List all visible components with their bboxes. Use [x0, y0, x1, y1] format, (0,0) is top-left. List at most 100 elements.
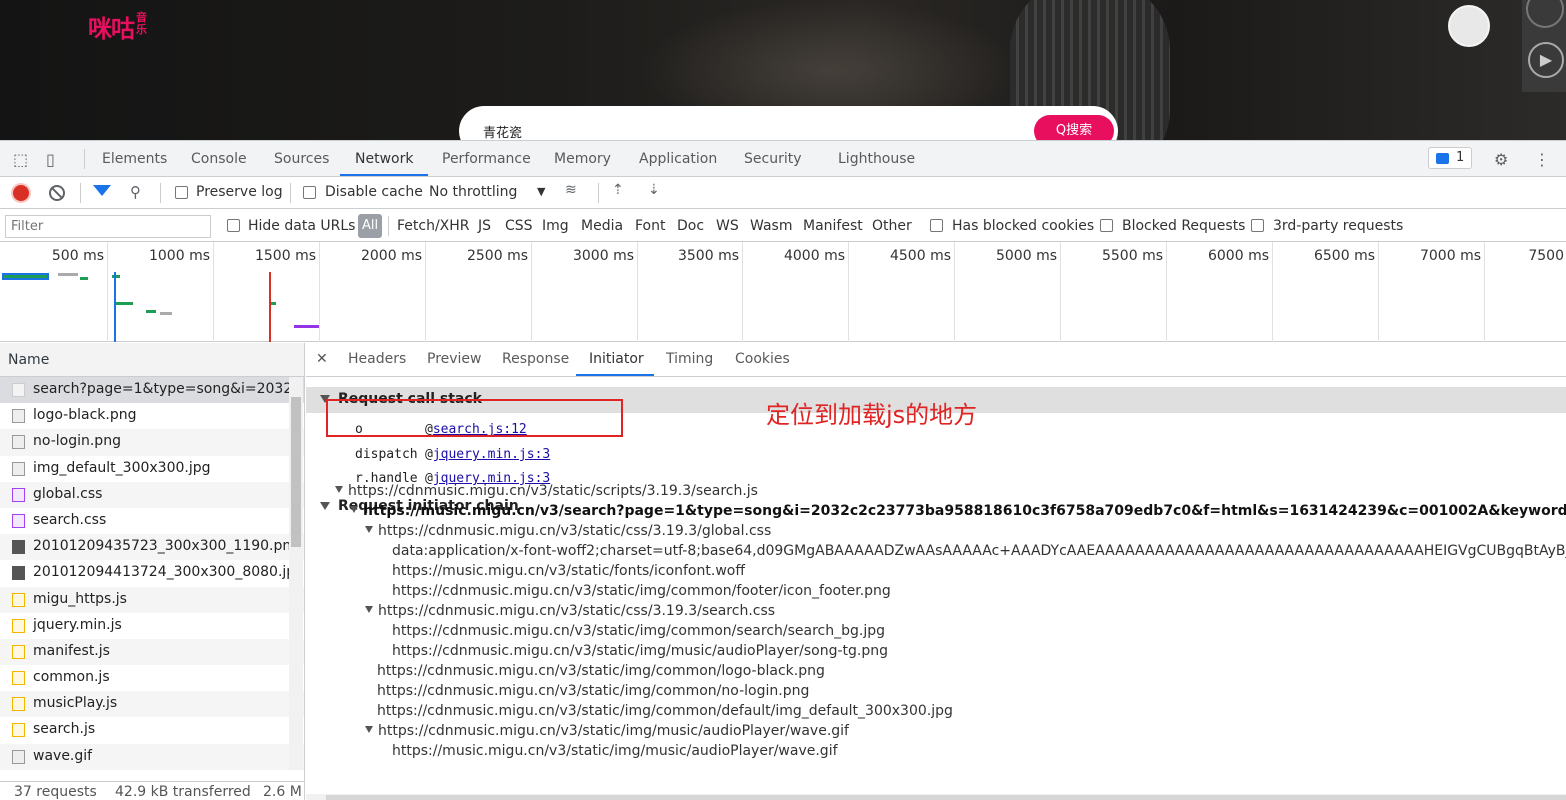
tab-cookies[interactable]: Cookies	[735, 351, 790, 367]
side-circle-button[interactable]	[1526, 0, 1564, 28]
third-party-checkbox[interactable]	[1251, 219, 1264, 232]
play-circle-icon[interactable]: ▶	[1528, 42, 1564, 78]
request-row[interactable]: no-login.png	[0, 429, 304, 456]
expand-triangle-icon[interactable]	[365, 606, 373, 613]
request-list-scrollbar[interactable]	[289, 377, 303, 770]
tab-console[interactable]: Console	[191, 151, 247, 167]
initiator-chain-entry[interactable]: https://cdnmusic.migu.cn/v3/static/img/m…	[392, 643, 888, 659]
tab-memory[interactable]: Memory	[554, 151, 611, 167]
initiator-chain-entry[interactable]: https://cdnmusic.migu.cn/v3/static/img/c…	[392, 583, 891, 599]
more-options-icon[interactable]: ⋮	[1534, 150, 1550, 169]
initiator-chain-entry[interactable]: https://cdnmusic.migu.cn/v3/static/scrip…	[335, 483, 758, 499]
device-toolbar-icon[interactable]: ▯	[46, 150, 55, 169]
tab-security[interactable]: Security	[744, 151, 802, 167]
initiator-chain-entry[interactable]: data:application/x-font-woff2;charset=ut…	[392, 543, 1566, 559]
filter-funnel-icon[interactable]	[93, 185, 111, 196]
tab-headers[interactable]: Headers	[348, 351, 406, 367]
filter-manifest[interactable]: Manifest	[803, 218, 863, 234]
request-row[interactable]: 201012094413724_300x300_8080.jpg	[0, 560, 304, 586]
expand-triangle-icon[interactable]	[365, 726, 373, 733]
request-row[interactable]: migu_https.js	[0, 586, 304, 613]
tab-performance[interactable]: Performance	[442, 151, 531, 167]
tab-sources[interactable]: Sources	[274, 151, 329, 167]
stack-frame-link[interactable]: jquery.min.js:3	[433, 447, 550, 462]
import-har-icon[interactable]: ⇡	[612, 182, 624, 198]
filter-fetch-xhr[interactable]: Fetch/XHR	[397, 218, 470, 234]
request-list-header[interactable]: Name	[0, 343, 304, 377]
tab-preview[interactable]: Preview	[427, 351, 482, 367]
initiator-chain-entry[interactable]: https://cdnmusic.migu.cn/v3/static/img/m…	[365, 723, 849, 739]
filter-img[interactable]: Img	[542, 218, 569, 234]
request-row[interactable]: search?page=1&type=song&i=2032c...	[0, 377, 304, 404]
export-har-icon[interactable]: ⇣	[648, 182, 660, 198]
initiator-chain-entry[interactable]: https://cdnmusic.migu.cn/v3/static/css/3…	[365, 523, 771, 539]
initiator-chain-entry[interactable]: https://music.migu.cn/v3/search?page=1&t…	[350, 503, 1566, 519]
initiator-chain-entry[interactable]: https://cdnmusic.migu.cn/v3/static/img/c…	[377, 663, 825, 679]
dom-content-loaded-line	[114, 272, 116, 342]
clear-icon[interactable]	[49, 185, 65, 201]
hide-data-urls-checkbox[interactable]	[227, 219, 240, 232]
details-horizontal-scrollbar[interactable]	[306, 794, 1566, 800]
throttling-select[interactable]: No throttling	[429, 184, 517, 200]
close-details-icon[interactable]: ✕	[316, 351, 328, 367]
expand-triangle-icon[interactable]	[350, 506, 358, 513]
site-search-input[interactable]: 青花瓷	[483, 122, 522, 140]
expand-triangle-icon[interactable]	[365, 526, 373, 533]
request-row[interactable]: wave.gif	[0, 743, 304, 770]
settings-gear-icon[interactable]: ⚙	[1494, 150, 1508, 169]
tab-response[interactable]: Response	[502, 351, 569, 367]
filter-media[interactable]: Media	[581, 218, 623, 234]
filter-doc[interactable]: Doc	[677, 218, 704, 234]
network-conditions-icon[interactable]: ≋	[565, 182, 577, 198]
tab-application[interactable]: Application	[639, 151, 717, 167]
inspect-element-icon[interactable]: ⬚	[13, 150, 28, 169]
site-search-button[interactable]: Q搜索	[1034, 115, 1114, 140]
filter-font[interactable]: Font	[635, 218, 665, 234]
tab-network[interactable]: Network	[355, 151, 413, 167]
expand-triangle-icon[interactable]	[335, 486, 343, 493]
filter-wasm[interactable]: Wasm	[750, 218, 792, 234]
record-button[interactable]	[13, 185, 29, 201]
preserve-log-checkbox[interactable]	[175, 186, 188, 199]
throttling-dropdown-icon[interactable]: ▼	[537, 185, 545, 198]
network-overview-timeline[interactable]: 500 ms 1000 ms 1500 ms 2000 ms 2500 ms 3000 m…	[0, 242, 1566, 342]
request-row[interactable]: musicPlay.js	[0, 691, 304, 718]
tab-elements[interactable]: Elements	[102, 151, 167, 167]
initiator-chain-entry[interactable]: https://cdnmusic.migu.cn/v3/static/img/c…	[377, 703, 953, 719]
filter-all-button[interactable]: All	[358, 214, 382, 238]
request-row[interactable]: 20101209435723_300x300_1190.png	[0, 534, 304, 561]
initiator-chain-entry[interactable]: https://cdnmusic.migu.cn/v3/static/css/3…	[365, 603, 775, 619]
migu-logo[interactable]: 咪咕 音乐	[88, 9, 150, 44]
initiator-chain-entry[interactable]: https://cdnmusic.migu.cn/v3/static/img/c…	[377, 683, 809, 699]
user-avatar[interactable]	[1448, 5, 1490, 47]
request-row[interactable]: img_default_300x300.jpg	[0, 456, 304, 482]
tab-timing[interactable]: Timing	[666, 351, 713, 367]
request-row[interactable]: common.js	[0, 665, 304, 691]
request-row[interactable]: global.css	[0, 481, 304, 508]
tab-initiator[interactable]: Initiator	[589, 351, 644, 367]
search-icon[interactable]: ⚲	[130, 183, 141, 201]
request-row[interactable]: jquery.min.js	[0, 613, 304, 639]
initiator-chain-entry[interactable]: https://music.migu.cn/v3/static/fonts/ic…	[392, 563, 745, 579]
request-row[interactable]: search.js	[0, 717, 304, 743]
issues-badge[interactable]: 1	[1428, 147, 1472, 169]
has-blocked-cookies-checkbox[interactable]	[930, 219, 943, 232]
filter-other[interactable]: Other	[872, 218, 912, 234]
initiator-chain-entry[interactable]: https://music.migu.cn/v3/static/img/musi…	[392, 743, 838, 759]
js-file-icon	[12, 592, 25, 607]
request-row[interactable]: logo-black.png	[0, 403, 304, 429]
tab-lighthouse[interactable]: Lighthouse	[838, 151, 915, 167]
blocked-requests-checkbox[interactable]	[1100, 219, 1113, 232]
initiator-chain-entry[interactable]: https://cdnmusic.migu.cn/v3/static/img/c…	[392, 623, 885, 639]
filter-js[interactable]: JS	[478, 218, 491, 234]
filter-css[interactable]: CSS	[505, 218, 533, 234]
filter-input[interactable]	[5, 215, 211, 238]
request-row[interactable]: search.css	[0, 508, 304, 534]
request-row[interactable]: manifest.js	[0, 638, 304, 666]
disable-cache-checkbox[interactable]	[303, 186, 316, 199]
scrollbar-thumb[interactable]	[291, 397, 301, 547]
initiator-url: https://cdnmusic.migu.cn/v3/static/scrip…	[348, 483, 758, 499]
filter-ws[interactable]: WS	[716, 218, 739, 234]
site-search-box[interactable]: 青花瓷 Q搜索	[459, 106, 1118, 140]
scrollbar-thumb[interactable]	[326, 795, 1566, 800]
